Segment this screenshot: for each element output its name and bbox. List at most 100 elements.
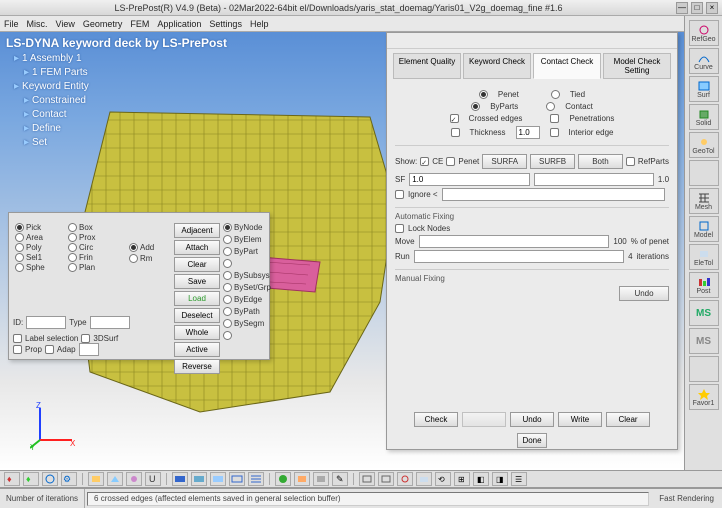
surfb-button[interactable]: SURFB — [530, 154, 575, 169]
bb-icon[interactable]: ♦ — [23, 472, 39, 486]
active-button[interactable]: Active — [174, 342, 220, 357]
close-button[interactable]: × — [706, 2, 718, 14]
sf-slider[interactable] — [534, 173, 654, 186]
radio-circ[interactable] — [68, 243, 77, 252]
menu-view[interactable]: View — [56, 19, 75, 29]
bb-icon[interactable]: ♦ — [4, 472, 20, 486]
menu-settings[interactable]: Settings — [209, 19, 242, 29]
reverse-button[interactable]: Reverse — [174, 359, 220, 374]
bb-icon[interactable]: U — [145, 472, 161, 486]
check-button[interactable]: Check — [414, 412, 458, 427]
sf-input[interactable] — [409, 173, 529, 186]
refgeo-button[interactable]: RefGeo — [689, 20, 719, 46]
bb-icon[interactable] — [126, 472, 142, 486]
check-lock-nodes[interactable] — [395, 224, 404, 233]
surf-button[interactable]: Surf — [689, 76, 719, 102]
tree-item[interactable]: ▸1 FEM Parts — [24, 66, 227, 80]
radio-bysegm[interactable] — [223, 319, 232, 328]
bb-icon[interactable] — [359, 472, 375, 486]
radio-bynode[interactable] — [223, 223, 232, 232]
type-input[interactable] — [90, 316, 130, 329]
radio-plan[interactable] — [68, 263, 77, 272]
run-slider[interactable] — [414, 250, 624, 263]
check-crossed-edges[interactable] — [450, 114, 459, 123]
maximize-button[interactable]: □ — [691, 2, 703, 14]
bb-icon[interactable]: ⊞ — [454, 472, 470, 486]
radio-byparts[interactable] — [471, 102, 480, 111]
both-button[interactable]: Both — [578, 154, 623, 169]
radio-poly[interactable] — [15, 243, 24, 252]
ms2-button[interactable]: MS — [689, 328, 719, 354]
clear-button[interactable]: Clear — [174, 257, 220, 272]
bb-icon[interactable]: ◧ — [473, 472, 489, 486]
radio-byelem[interactable] — [223, 235, 232, 244]
bb-icon[interactable] — [248, 472, 264, 486]
eletol-button[interactable]: EleTol — [689, 244, 719, 270]
menu-help[interactable]: Help — [250, 19, 269, 29]
check-3dsurf[interactable] — [81, 334, 90, 343]
menu-fem[interactable]: FEM — [130, 19, 149, 29]
check-ce[interactable] — [420, 157, 429, 166]
radio-sel1[interactable] — [15, 253, 24, 262]
undo-manual-button[interactable]: Undo — [619, 286, 669, 301]
adjacent-button[interactable]: Adjacent — [174, 223, 220, 238]
bb-icon[interactable]: ⚙ — [61, 472, 77, 486]
bb-icon[interactable] — [313, 472, 329, 486]
radio-bysubsys[interactable] — [223, 271, 232, 280]
tab-keyword-check[interactable]: Keyword Check — [463, 53, 531, 79]
move-slider[interactable] — [419, 235, 610, 248]
tab-contact-check[interactable]: Contact Check — [533, 53, 601, 79]
radio-byedge[interactable] — [223, 295, 232, 304]
radio-area[interactable] — [15, 233, 24, 242]
deselect-button[interactable]: Deselect — [174, 308, 220, 323]
check-refparts[interactable] — [626, 157, 635, 166]
radio-pick[interactable] — [15, 223, 24, 232]
check-show-penet[interactable] — [446, 157, 455, 166]
load-button[interactable]: Load — [174, 291, 220, 306]
bb-icon[interactable] — [172, 472, 188, 486]
check-interior-edge[interactable] — [550, 128, 559, 137]
radio-bypart[interactable] — [223, 247, 232, 256]
check-ignore[interactable] — [395, 190, 404, 199]
favor1-button[interactable]: Favor1 — [689, 384, 719, 410]
bb-icon[interactable] — [378, 472, 394, 486]
menu-application[interactable]: Application — [157, 19, 201, 29]
check-prop[interactable] — [13, 345, 22, 354]
adap-input[interactable] — [79, 343, 99, 356]
ms1-button[interactable]: MS — [689, 300, 719, 326]
menu-misc[interactable]: Misc. — [27, 19, 48, 29]
radio-prox[interactable] — [68, 233, 77, 242]
model-button[interactable]: Model — [689, 216, 719, 242]
geotol-button[interactable]: GeoTol — [689, 132, 719, 158]
radio-blank[interactable] — [223, 259, 232, 268]
solid-button[interactable]: Solid — [689, 104, 719, 130]
radio-tied[interactable] — [551, 90, 560, 99]
radio-bysetgrp[interactable] — [223, 283, 232, 292]
bb-icon[interactable] — [229, 472, 245, 486]
bb-icon[interactable]: ◨ — [492, 472, 508, 486]
surfa-button[interactable]: SURFA — [482, 154, 527, 169]
radio-bypath[interactable] — [223, 307, 232, 316]
whole-button[interactable]: Whole — [174, 325, 220, 340]
radio-rm[interactable] — [129, 254, 138, 263]
bb-icon[interactable] — [210, 472, 226, 486]
thickness-input[interactable] — [516, 126, 540, 139]
tab-element-quality[interactable]: Element Quality — [393, 53, 461, 79]
bb-icon[interactable] — [191, 472, 207, 486]
bb-icon[interactable]: ⟲ — [435, 472, 451, 486]
bb-icon[interactable] — [397, 472, 413, 486]
tree-item[interactable]: ▸1 Assembly 1 — [14, 52, 227, 66]
tab-model-check-setting[interactable]: Model Check Setting — [603, 53, 671, 79]
bb-icon[interactable]: ✎ — [332, 472, 348, 486]
check-thickness[interactable] — [451, 128, 460, 137]
menu-file[interactable]: File — [4, 19, 19, 29]
save-button[interactable]: Save — [174, 274, 220, 289]
curve-button[interactable]: Curve — [689, 48, 719, 74]
radio-box[interactable] — [68, 223, 77, 232]
check-penetrations[interactable] — [550, 114, 559, 123]
mesh-button[interactable]: Mesh — [689, 188, 719, 214]
radio-add[interactable] — [129, 243, 138, 252]
bb-icon[interactable] — [107, 472, 123, 486]
bb-icon[interactable]: ☰ — [511, 472, 527, 486]
radio-frin[interactable] — [68, 253, 77, 262]
